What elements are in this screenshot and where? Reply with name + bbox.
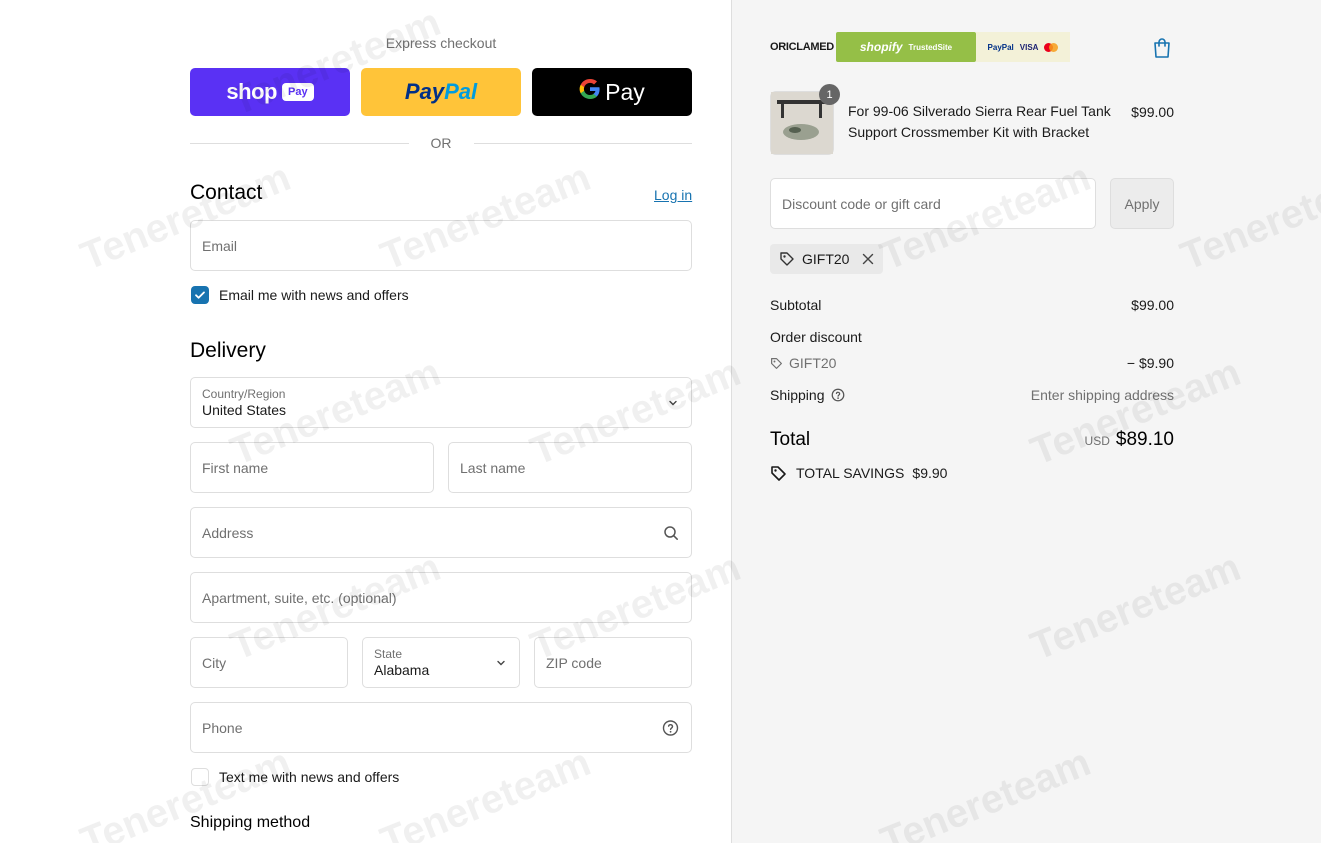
subtotal-label: Subtotal <box>770 297 822 313</box>
shopify-badge-text: shopify <box>859 40 903 54</box>
apply-discount-button[interactable]: Apply <box>1110 178 1174 229</box>
phone-field[interactable]: Phone <box>190 702 692 753</box>
savings-value: $9.90 <box>912 465 948 481</box>
help-circle-icon[interactable] <box>662 719 679 736</box>
total-savings-row: TOTAL SAVINGS $9.90 <box>770 464 947 482</box>
shopping-bag-icon[interactable] <box>1152 37 1172 64</box>
product-thumbnail: 1 <box>770 84 840 155</box>
sms-news-checkbox-row[interactable]: Text me with news and offers <box>191 768 399 786</box>
shipping-row: Shipping Enter shipping address <box>770 387 1174 403</box>
city-placeholder: City <box>202 654 227 671</box>
apartment-field[interactable]: Apartment, suite, etc. (optional) <box>190 572 692 623</box>
shipping-label: Shipping <box>770 387 825 403</box>
discount-code-input[interactable]: Discount code or gift card <box>770 178 1096 229</box>
country-label: Country/Region <box>202 386 286 401</box>
first-name-placeholder: First name <box>202 459 269 476</box>
paypal-card-text: PayPal <box>987 42 1014 52</box>
city-field[interactable]: City <box>190 637 348 688</box>
total-row: Total USD $89.10 <box>770 429 1174 451</box>
total-label: Total <box>770 429 811 450</box>
address-placeholder: Address <box>202 524 254 541</box>
phone-placeholder: Phone <box>202 719 243 736</box>
trust-badge-banner: ORICLAMED shopify TrustedSite PayPal VIS… <box>770 32 1070 62</box>
first-name-field[interactable]: First name <box>190 442 434 493</box>
payment-cards-badge: PayPal VISA <box>976 32 1070 62</box>
paypal-wordmark-pay: Pay <box>404 79 445 104</box>
help-circle-icon[interactable] <box>831 388 845 402</box>
subtotal-row: Subtotal $99.00 <box>770 297 1174 313</box>
discount-code-text: GIFT20 <box>789 355 837 371</box>
shipping-label-group: Shipping <box>770 387 845 403</box>
discount-value: − $9.90 <box>1126 355 1174 371</box>
product-title: For 99-06 Silverado Sierra Rear Fuel Tan… <box>848 103 1111 140</box>
paypal-button[interactable]: Pay Pal <box>361 68 521 116</box>
product-price: $99.00 <box>1131 104 1174 120</box>
shopify-secure-badge: shopify TrustedSite <box>836 32 976 62</box>
email-placeholder: Email <box>202 237 238 254</box>
tag-icon <box>780 252 794 266</box>
country-select[interactable]: Country/Region United States <box>190 377 692 428</box>
google-g-icon <box>579 78 601 107</box>
divider-line <box>473 142 692 144</box>
shipping-method-heading: Shipping method <box>190 814 311 831</box>
address-field[interactable]: Address <box>190 507 692 558</box>
country-value: United States <box>202 401 287 418</box>
discount-code-row: GIFT20 − $9.90 <box>770 355 1174 371</box>
email-news-checkbox[interactable] <box>191 286 209 304</box>
state-value: Alabama <box>374 661 430 678</box>
subtotal-value: $99.00 <box>1131 297 1174 313</box>
email-field[interactable]: Email <box>190 220 692 271</box>
paypal-wordmark-pal: Pal <box>444 79 478 104</box>
order-discount-label: Order discount <box>770 329 862 345</box>
quantity-badge: 1 <box>819 84 840 105</box>
applied-discount-chip: GIFT20 <box>770 244 884 274</box>
store-logo: ORICLAMED <box>770 41 834 53</box>
delivery-heading: Delivery <box>190 339 266 362</box>
last-name-field[interactable]: Last name <box>448 442 692 493</box>
apartment-placeholder: Apartment, suite, etc. (optional) <box>202 589 397 606</box>
checkout-form-panel: Express checkout shop Pay Pay Pal Pay OR … <box>0 0 731 843</box>
divider-line <box>190 142 409 144</box>
discount-code-label: GIFT20 <box>770 355 836 371</box>
email-news-label: Email me with news and offers <box>219 287 409 303</box>
state-select[interactable]: State Alabama <box>362 637 520 688</box>
or-text: OR <box>430 135 452 151</box>
google-pay-button[interactable]: Pay <box>532 68 692 116</box>
shop-pay-badge: Pay <box>281 83 314 101</box>
search-icon[interactable] <box>663 525 679 541</box>
order-discount-row: Order discount <box>770 329 1174 345</box>
check-icon <box>195 291 205 299</box>
email-news-checkbox-row[interactable]: Email me with news and offers <box>191 286 409 304</box>
total-amount: $89.10 <box>1115 429 1174 450</box>
contact-heading: Contact <box>190 181 263 204</box>
visa-card-text: VISA <box>1019 42 1039 52</box>
login-link[interactable]: Log in <box>654 187 692 203</box>
state-label: State <box>374 646 403 661</box>
discount-placeholder: Discount code or gift card <box>782 195 941 212</box>
chevron-down-icon <box>667 397 679 409</box>
total-currency: USD <box>1084 434 1110 448</box>
applied-code-text: GIFT20 <box>802 251 850 267</box>
savings-label: TOTAL SAVINGS <box>796 465 905 481</box>
google-pay-wordmark: Pay <box>605 78 645 105</box>
sms-news-label: Text me with news and offers <box>219 769 400 785</box>
last-name-placeholder: Last name <box>460 459 526 476</box>
zip-placeholder: ZIP code <box>546 654 602 671</box>
shop-pay-wordmark: shop <box>226 79 277 104</box>
express-checkout-label: Express checkout <box>385 35 497 51</box>
or-divider: OR <box>190 134 692 152</box>
mastercard-icon <box>1044 42 1059 52</box>
savings-tag-icon <box>771 466 786 481</box>
zip-field[interactable]: ZIP code <box>534 637 692 688</box>
total-amount-group: USD $89.10 <box>1085 429 1174 451</box>
chevron-down-icon <box>495 657 507 669</box>
remove-discount-icon[interactable] <box>862 253 874 265</box>
trustedsite-text: TrustedSite <box>908 42 953 52</box>
sms-news-checkbox[interactable] <box>191 768 209 786</box>
tag-icon <box>771 357 782 369</box>
shipping-value: Enter shipping address <box>1030 387 1174 403</box>
shop-pay-button[interactable]: shop Pay <box>190 68 350 116</box>
